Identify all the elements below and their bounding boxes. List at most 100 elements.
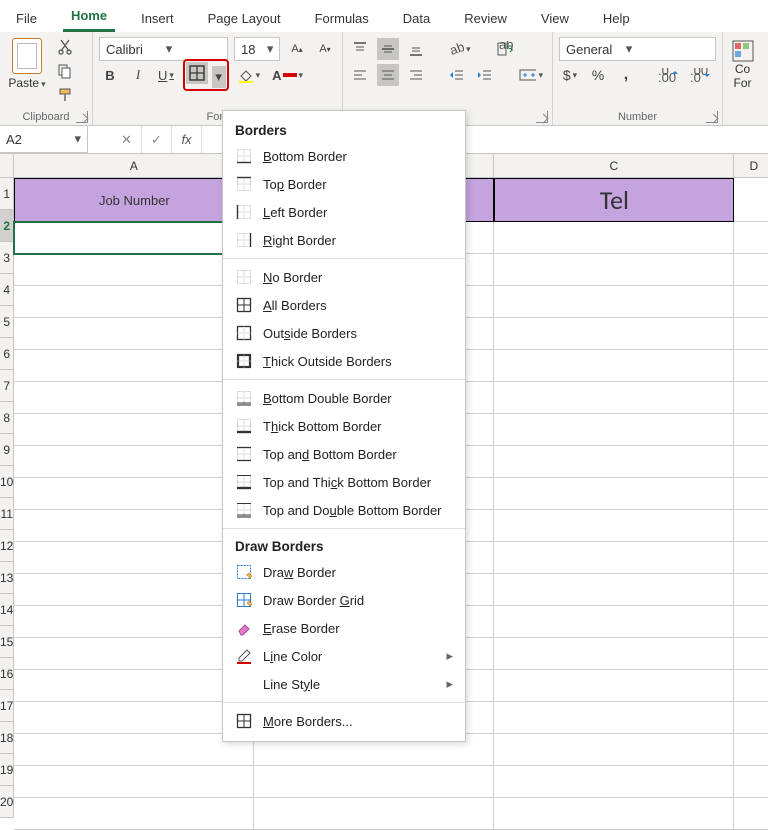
cell[interactable] [734,734,768,766]
menu-item-thick-bottom[interactable]: Thick Bottom Border [223,412,465,440]
cell[interactable] [494,510,734,542]
cut-button[interactable] [54,36,76,58]
select-all-corner[interactable] [0,154,14,178]
tab-file[interactable]: File [8,9,45,32]
row-header[interactable]: 7 [0,370,14,402]
clipboard-dialog-launcher[interactable] [76,111,88,123]
borders-dropdown-arrow[interactable]: ▾ [212,66,226,88]
cell[interactable] [494,254,734,286]
cell[interactable] [494,350,734,382]
cell[interactable] [494,766,734,798]
row-header[interactable]: 14 [0,594,14,626]
menu-item-bottom[interactable]: Bottom Border [223,142,465,170]
number-format-combo[interactable]: General ▾ [559,37,716,61]
decrease-decimal-button[interactable]: .00.0 [687,64,713,86]
copy-button[interactable] [54,60,76,82]
bold-button[interactable]: B [99,64,121,86]
cell[interactable] [494,318,734,350]
cell[interactable] [494,542,734,574]
cell[interactable] [254,798,494,830]
row-header[interactable]: 4 [0,274,14,306]
tab-formulas[interactable]: Formulas [307,9,377,32]
cell[interactable] [734,766,768,798]
cell[interactable] [494,382,734,414]
decrease-font-button[interactable]: A▾ [314,38,336,60]
cell[interactable] [14,382,254,414]
cell[interactable] [494,446,734,478]
cell[interactable] [494,606,734,638]
cell-a2[interactable] [14,222,254,254]
cell[interactable] [14,478,254,510]
cell[interactable] [14,350,254,382]
row-header[interactable]: 11 [0,498,14,530]
increase-decimal-button[interactable]: .0.00 [655,64,681,86]
cell[interactable] [494,638,734,670]
cell[interactable] [14,510,254,542]
tab-data[interactable]: Data [395,9,438,32]
align-top-button[interactable] [349,38,371,60]
cell[interactable] [734,446,768,478]
accounting-format-button[interactable]: $ [559,64,581,86]
menu-item-top-double-bottom[interactable]: Top and Double Bottom Border [223,496,465,524]
cell-c1[interactable]: Tel [494,178,734,222]
cell[interactable] [734,318,768,350]
menu-item-thick-outside[interactable]: Thick Outside Borders [223,347,465,375]
row-header[interactable]: 3 [0,242,14,274]
col-header[interactable]: D [734,154,768,178]
row-header[interactable]: 18 [0,722,14,754]
merge-center-button[interactable] [516,64,546,86]
cell[interactable] [14,542,254,574]
cancel-edit-button[interactable]: ✕ [112,126,142,153]
row-header[interactable]: 1 [0,178,14,210]
row-header[interactable]: 20 [0,786,14,818]
row-header[interactable]: 5 [0,306,14,338]
cell[interactable] [14,254,254,286]
cell[interactable] [734,798,768,830]
tab-help[interactable]: Help [595,9,638,32]
row-header[interactable]: 12 [0,530,14,562]
cell[interactable] [734,702,768,734]
cell[interactable] [494,222,734,254]
row-header[interactable]: 15 [0,626,14,658]
percent-format-button[interactable]: % [587,64,609,86]
row-header[interactable]: 19 [0,754,14,786]
cell[interactable] [734,638,768,670]
cell[interactable] [494,670,734,702]
menu-item-none[interactable]: No Border [223,263,465,291]
col-header[interactable]: A [14,154,254,178]
align-center-button[interactable] [377,64,399,86]
number-dialog-launcher[interactable] [706,111,718,123]
cell[interactable] [14,734,254,766]
cell[interactable] [14,414,254,446]
menu-item-right[interactable]: Right Border [223,226,465,254]
menu-item-left[interactable]: Left Border [223,198,465,226]
menu-item-outside[interactable]: Outside Borders [223,319,465,347]
menu-item-erase[interactable]: Erase Border [223,614,465,642]
menu-item-top-thick-bottom[interactable]: Top and Thick Bottom Border [223,468,465,496]
cell[interactable] [14,286,254,318]
cell[interactable] [734,414,768,446]
cell[interactable] [254,766,494,798]
cell[interactable] [14,670,254,702]
paste-button[interactable]: Paste [6,36,48,92]
cell[interactable] [734,350,768,382]
cell[interactable] [494,574,734,606]
cell[interactable] [14,574,254,606]
menu-item-bottom-double[interactable]: Bottom Double Border [223,384,465,412]
borders-button[interactable] [186,62,208,84]
cell[interactable] [14,766,254,798]
row-header[interactable]: 6 [0,338,14,370]
menu-item-line-style[interactable]: Line Style▸ [223,670,465,698]
cell[interactable] [734,510,768,542]
cell[interactable] [14,446,254,478]
tab-view[interactable]: View [533,9,577,32]
font-size-combo[interactable]: 18 ▾ [234,37,280,61]
font-color-button[interactable]: A [269,64,306,86]
cell[interactable] [494,734,734,766]
comma-format-button[interactable]: , [615,64,637,86]
cell[interactable] [734,574,768,606]
cell[interactable] [14,606,254,638]
cell[interactable] [494,286,734,318]
increase-font-button[interactable]: A▴ [286,38,308,60]
decrease-indent-button[interactable] [446,64,468,86]
